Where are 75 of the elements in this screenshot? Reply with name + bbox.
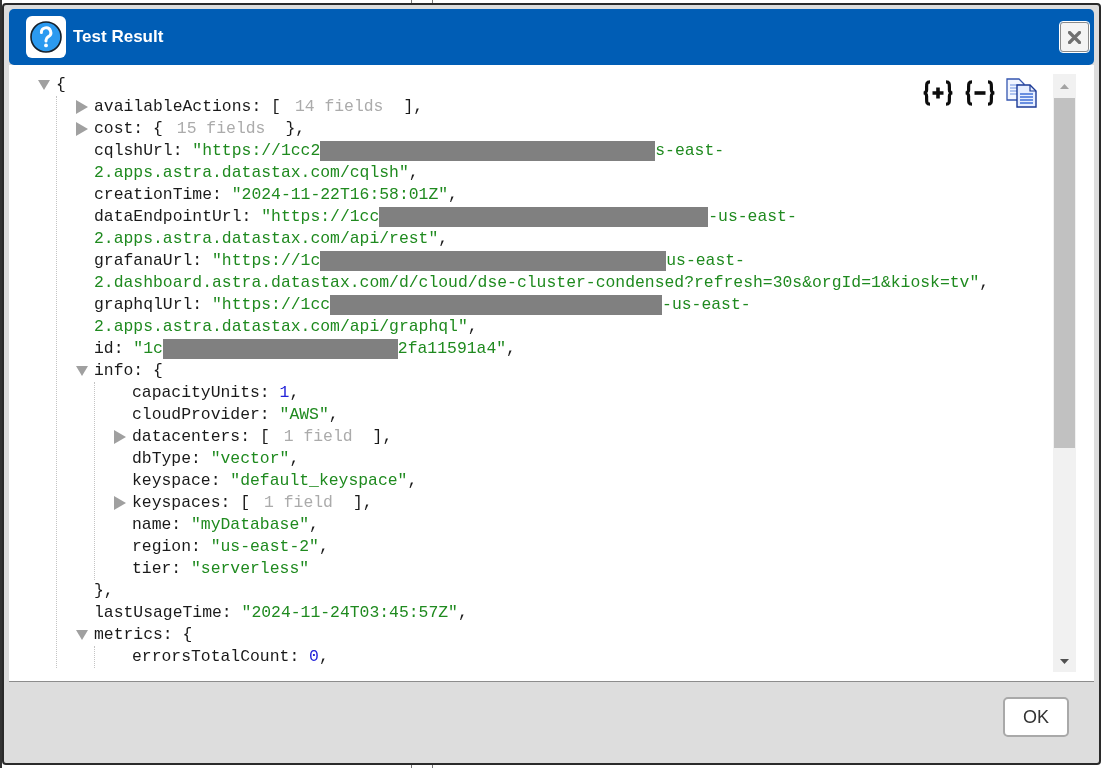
json-value: "https://1cc xyxy=(261,205,380,228)
json-value: 1 xyxy=(279,381,290,404)
close-button[interactable] xyxy=(1060,22,1089,52)
json-punctuation: }, xyxy=(285,117,306,140)
json-punctuation: , xyxy=(309,513,319,536)
json-punctuation: , xyxy=(318,645,329,668)
json-value: 0 xyxy=(309,645,319,668)
field-count-hint: 1 field xyxy=(283,425,353,448)
json-key: grafanaUrl: xyxy=(94,248,203,274)
field-count-hint: 14 fields xyxy=(294,95,384,118)
json-value: 2.dashboard.astra.datastax.com/d/cloud/dse-cluster-condensed?refresh=30s&orgId=1&kiosk=tv" xyxy=(94,271,980,294)
json-value: "AWS" xyxy=(279,403,329,426)
json-punctuation: , xyxy=(318,535,329,558)
json-punctuation: { xyxy=(153,117,163,140)
json-value: "https://1cc2 xyxy=(192,139,321,162)
braces-plus-icon[interactable] xyxy=(922,80,954,106)
caret-down-icon[interactable] xyxy=(76,366,88,376)
ok-button[interactable]: OK xyxy=(1003,697,1069,737)
json-value: 2.apps.astra.datastax.com/api/graphql" xyxy=(94,315,468,338)
scrollbar-thumb[interactable] xyxy=(1054,98,1075,448)
json-key: graphqlUrl: xyxy=(94,292,203,318)
copy-icon[interactable] xyxy=(1006,78,1038,108)
caret-right-icon[interactable] xyxy=(76,122,88,136)
json-value: "2024-11-24T03:45:57Z" xyxy=(241,601,458,624)
json-value: "default_keyspace" xyxy=(230,469,408,492)
json-punctuation: , xyxy=(328,403,339,426)
json-punctuation: [ xyxy=(240,491,251,514)
close-icon xyxy=(1068,30,1081,44)
field-count-hint: 15 fields xyxy=(176,117,266,140)
json-value: 2fa11591a4" xyxy=(397,337,507,360)
caret-right-icon[interactable] xyxy=(114,496,126,510)
json-value: -us-east- xyxy=(708,205,797,228)
json-punctuation: ], xyxy=(352,491,373,514)
json-value: 2.apps.astra.datastax.com/api/rest" xyxy=(94,227,439,250)
json-value: "us-east-2" xyxy=(210,535,319,558)
json-punctuation: , xyxy=(289,381,300,404)
json-punctuation: ], xyxy=(372,425,393,448)
json-value: "serverless" xyxy=(191,557,310,580)
json-punctuation: { xyxy=(56,74,66,96)
caret-right-icon[interactable] xyxy=(114,430,126,444)
json-value: 2.apps.astra.datastax.com/cqlsh" xyxy=(94,161,409,184)
question-mark-icon xyxy=(26,16,66,58)
json-value: "myDatabase" xyxy=(191,513,310,536)
field-count-hint: 1 field xyxy=(264,491,333,514)
caret-down-icon[interactable] xyxy=(76,630,88,640)
braces-minus-icon[interactable] xyxy=(964,80,996,106)
json-value: "https://1c xyxy=(212,249,321,272)
json-punctuation: , xyxy=(467,315,478,338)
caret-down-icon xyxy=(1060,659,1069,664)
json-punctuation: }, xyxy=(94,579,114,602)
json-value: s-east- xyxy=(655,139,725,162)
json-value: "vector" xyxy=(210,447,290,470)
json-punctuation: , xyxy=(408,161,419,184)
json-punctuation: { xyxy=(182,623,193,646)
json-punctuation: , xyxy=(438,227,449,250)
json-punctuation: , xyxy=(979,271,990,294)
json-punctuation: { xyxy=(153,359,163,382)
dialog-title: Test Result xyxy=(73,26,164,49)
json-punctuation: [ xyxy=(259,425,270,448)
caret-up-icon xyxy=(1060,83,1069,89)
json-value: "1c xyxy=(133,337,163,360)
json-punctuation: , xyxy=(506,337,516,360)
json-punctuation: , xyxy=(407,469,418,492)
scrollbar[interactable] xyxy=(1053,74,1076,672)
caret-right-icon[interactable] xyxy=(76,100,88,114)
json-value: "2024-11-22T16:58:01Z" xyxy=(231,183,449,206)
json-punctuation: , xyxy=(448,183,458,206)
json-value: "https://1cc xyxy=(212,293,331,316)
json-punctuation: , xyxy=(457,601,468,624)
json-value: us-east- xyxy=(666,249,745,272)
json-punctuation: [ xyxy=(271,95,281,118)
json-punctuation: , xyxy=(289,447,300,470)
json-value: -us-east- xyxy=(662,293,751,316)
json-punctuation: ], xyxy=(403,95,424,118)
caret-down-icon[interactable] xyxy=(38,80,50,90)
